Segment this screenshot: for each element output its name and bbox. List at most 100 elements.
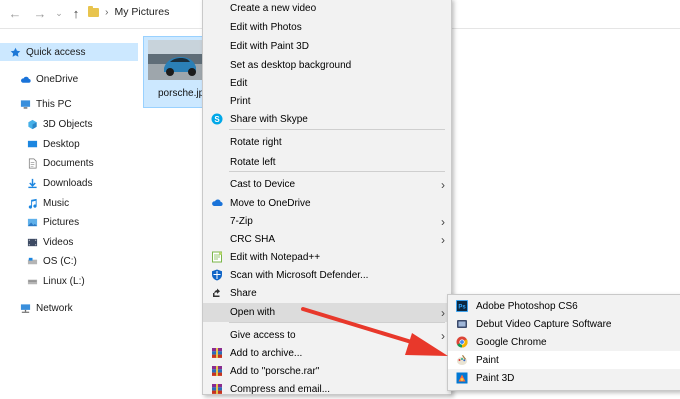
- drive-icon: [27, 257, 38, 264]
- linux-drive-icon: [27, 279, 38, 284]
- submenu-chevron-icon: ›: [441, 178, 445, 192]
- open-with-submenu: Ps Adobe Photoshop CS6 Debut Video Captu…: [447, 294, 680, 391]
- menu-item-label: Rotate left: [230, 157, 276, 168]
- menu-item-add-to-archive[interactable]: Add to archive...: [203, 344, 451, 363]
- photoshop-icon: Ps: [456, 300, 468, 312]
- sidebar-item-label: Videos: [43, 236, 74, 248]
- file-item-selected[interactable]: porsche.jp: [143, 36, 209, 108]
- sidebar-item-label: Quick access: [26, 46, 86, 58]
- menu-item-label: Compress and email...: [230, 384, 331, 395]
- app-item-label: Google Chrome: [476, 336, 547, 348]
- menu-item-label: Open with: [230, 307, 276, 318]
- sidebar-item-label: OS (C:): [43, 255, 77, 267]
- sidebar-item-pictures[interactable]: Pictures: [27, 213, 79, 231]
- menu-item-label: Edit with Photos: [230, 22, 302, 33]
- app-item-paint[interactable]: Paint: [448, 351, 680, 369]
- network-icon: [20, 303, 31, 313]
- menu-item-share-with-skype[interactable]: S Share with Skype: [203, 110, 451, 129]
- breadcrumb-current[interactable]: My Pictures: [115, 6, 170, 18]
- menu-item-label: Add to archive...: [230, 348, 303, 359]
- pictures-icon: [27, 218, 38, 226]
- computer-icon: [20, 99, 31, 109]
- menu-item-cast-to-device[interactable]: Cast to Device ›: [203, 175, 451, 194]
- recent-chevron-icon[interactable]: ⌄: [50, 4, 68, 22]
- sidebar-item-this-pc[interactable]: This PC: [20, 95, 72, 113]
- sidebar-item-os-drive[interactable]: OS (C:): [27, 252, 77, 270]
- share-icon: [213, 288, 220, 297]
- menu-item-label: Edit with Notepad++: [230, 252, 321, 263]
- winrar-icon: [212, 384, 222, 394]
- forward-arrow-icon[interactable]: →: [31, 4, 49, 22]
- svg-text:Ps: Ps: [458, 305, 466, 311]
- menu-item-crc-sha[interactable]: CRC SHA ›: [203, 230, 451, 249]
- submenu-chevron-icon: ›: [441, 215, 445, 229]
- sidebar-item-linux-drive[interactable]: Linux (L:): [27, 272, 85, 290]
- app-item-photoshop[interactable]: Ps Adobe Photoshop CS6: [448, 297, 680, 315]
- menu-item-scan-with-defender[interactable]: Scan with Microsoft Defender...: [203, 266, 451, 285]
- sidebar-item-music[interactable]: Music: [27, 194, 69, 212]
- sidebar-item-label: This PC: [36, 98, 72, 110]
- sidebar-item-label: Downloads: [43, 177, 93, 189]
- sidebar-item-quick-access[interactable]: Quick access: [0, 43, 138, 61]
- cube-icon: [28, 119, 37, 129]
- sidebar-item-network[interactable]: Network: [20, 299, 73, 317]
- menu-separator: [229, 322, 445, 323]
- menu-item-7zip[interactable]: 7-Zip ›: [203, 212, 451, 231]
- sidebar-item-label: Documents: [43, 157, 94, 169]
- app-item-label: Paint 3D: [476, 372, 515, 384]
- menu-item-label: Edit: [230, 78, 248, 89]
- app-item-google-chrome[interactable]: Google Chrome: [448, 333, 680, 351]
- menu-item-edit-with-paint3d[interactable]: Edit with Paint 3D: [203, 37, 451, 56]
- menu-item-edit-with-notepadpp[interactable]: Edit with Notepad++: [203, 248, 451, 267]
- menu-item-label: Print: [230, 96, 251, 107]
- menu-item-compress-and-email[interactable]: Compress and email...: [203, 380, 451, 399]
- menu-item-create-new-video[interactable]: Create a new video: [203, 0, 451, 18]
- cloud-icon: [21, 76, 31, 83]
- file-thumbnail-image: [148, 40, 204, 80]
- menu-item-edit[interactable]: Edit: [203, 74, 451, 93]
- menu-item-open-with[interactable]: Open with ›: [203, 303, 451, 322]
- sidebar-item-documents[interactable]: Documents: [27, 154, 94, 172]
- sidebar-item-onedrive[interactable]: OneDrive: [20, 70, 78, 88]
- menu-item-edit-with-photos[interactable]: Edit with Photos: [203, 18, 451, 37]
- menu-item-label: Set as desktop background: [230, 60, 352, 71]
- sidebar-item-label: Desktop: [43, 138, 80, 150]
- up-arrow-icon[interactable]: ↑: [67, 4, 85, 22]
- menu-item-set-desktop-background[interactable]: Set as desktop background: [203, 56, 451, 75]
- sidebar-item-label: Music: [43, 197, 70, 209]
- menu-item-add-to-porsche-rar[interactable]: Add to "porsche.rar": [203, 362, 451, 381]
- app-item-debut[interactable]: Debut Video Capture Software: [448, 315, 680, 333]
- back-arrow-icon[interactable]: ←: [6, 4, 24, 22]
- app-item-paint-3d[interactable]: Paint 3D: [448, 369, 680, 387]
- sidebar-item-label: 3D Objects: [43, 118, 93, 130]
- menu-item-label: Share: [230, 288, 257, 299]
- menu-item-give-access-to[interactable]: Give access to ›: [203, 326, 451, 345]
- sidebar-item-desktop[interactable]: Desktop: [27, 135, 80, 153]
- breadcrumb-separator-icon: ›: [105, 6, 109, 18]
- context-menu: Create a new video Edit with Photos Edit…: [202, 0, 452, 395]
- sidebar-item-label: OneDrive: [36, 73, 79, 85]
- menu-item-label: Edit with Paint 3D: [230, 41, 309, 52]
- app-item-label: Debut Video Capture Software: [476, 318, 612, 330]
- menu-item-label: CRC SHA: [230, 234, 276, 245]
- winrar-icon: [212, 366, 222, 376]
- chrome-icon: [456, 336, 468, 348]
- menu-separator: [229, 129, 445, 130]
- sidebar-item-videos[interactable]: Videos: [27, 233, 73, 251]
- breadcrumb[interactable]: › My Pictures: [88, 5, 170, 18]
- sidebar-item-label: Network: [36, 302, 73, 314]
- menu-item-label: Move to OneDrive: [230, 198, 311, 209]
- skype-icon: S: [211, 113, 223, 125]
- menu-item-move-to-onedrive[interactable]: Move to OneDrive: [203, 194, 451, 213]
- onedrive-icon: [212, 199, 223, 207]
- sidebar-item-downloads[interactable]: Downloads: [27, 174, 92, 192]
- menu-item-print[interactable]: Print: [203, 92, 451, 111]
- menu-item-share[interactable]: Share: [203, 284, 451, 303]
- menu-item-rotate-left[interactable]: Rotate left: [203, 153, 451, 172]
- menu-item-rotate-right[interactable]: Rotate right: [203, 133, 451, 152]
- sidebar-item-3d-objects[interactable]: 3D Objects: [27, 115, 92, 133]
- download-icon: [28, 178, 37, 188]
- menu-item-label: Cast to Device: [230, 179, 296, 190]
- app-item-label: Paint: [476, 354, 499, 366]
- defender-icon: [212, 269, 222, 281]
